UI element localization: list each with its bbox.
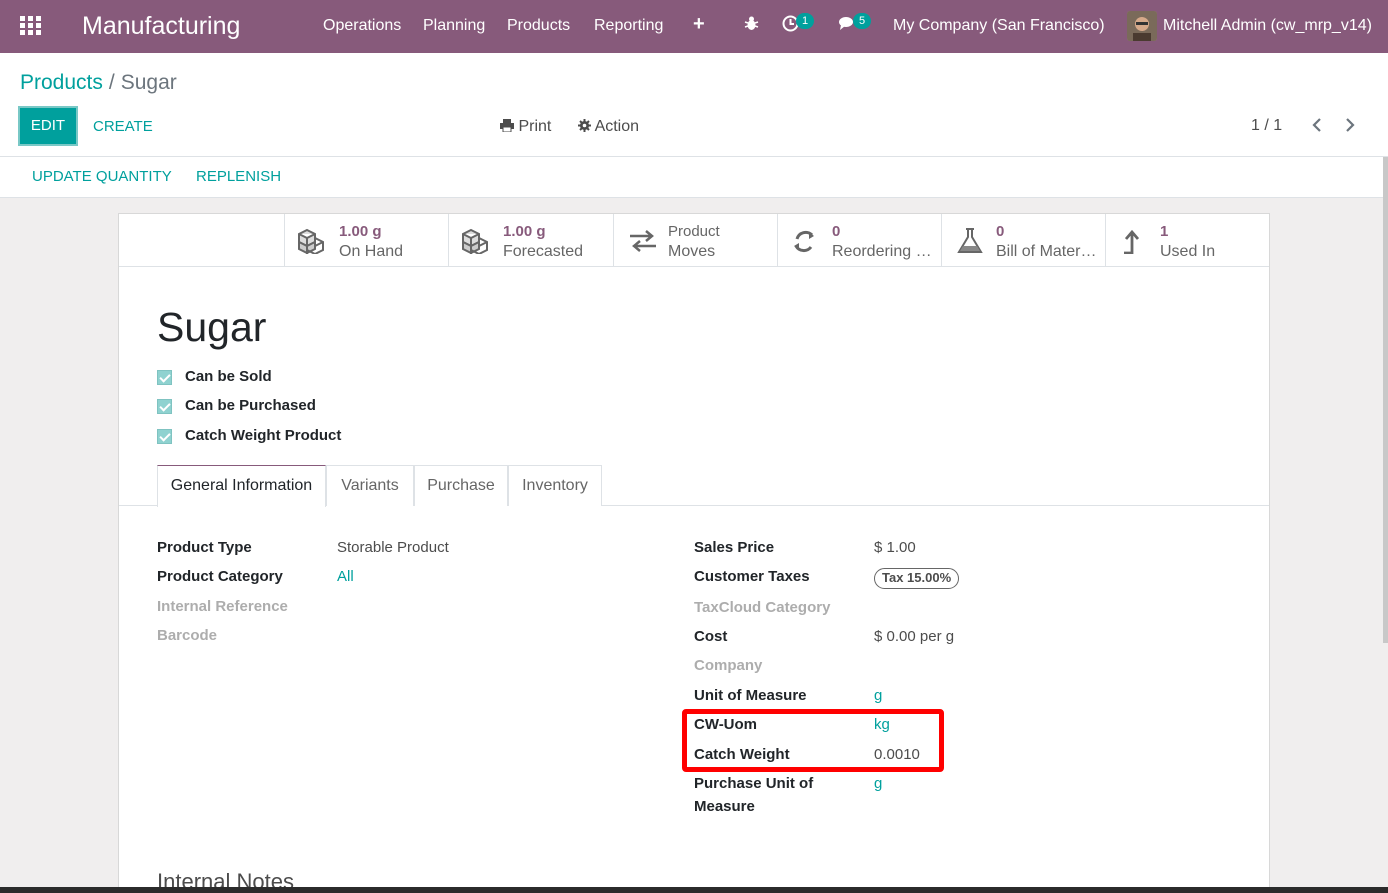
purchase-uom-label-line2: Measure (694, 798, 755, 815)
product-category-label: Product Category (157, 568, 283, 585)
customer-taxes-label: Customer Taxes (694, 568, 810, 585)
on-hand-label: On Hand (339, 243, 404, 260)
scrollbar[interactable] (1383, 157, 1388, 643)
edit-button[interactable]: EDIT (18, 106, 78, 146)
smart-button-reordering-rules[interactable]: 0 Reordering Rules (777, 214, 942, 266)
cost-unit: per g (919, 628, 955, 645)
print-dropdown[interactable]: Print (500, 118, 551, 136)
status-bar: UPDATE QUANTITY REPLENISH (0, 157, 1383, 198)
refresh-icon (794, 230, 814, 253)
forecasted-label: Forecasted (503, 243, 584, 260)
company-label: Company (694, 657, 763, 674)
product-moves-label: Moves (668, 243, 716, 260)
activity-badge: 1 (796, 13, 814, 29)
reordering-rules-value: 0 (832, 223, 841, 240)
purchase-uom-label-line1: Purchase Unit of (694, 775, 814, 792)
product-category-link[interactable]: All (337, 568, 354, 585)
action-dropdown[interactable]: Action (578, 118, 639, 136)
internal-reference-label: Internal Reference (157, 598, 288, 615)
bom-value: 0 (996, 223, 1005, 240)
breadcrumb-separator: / (108, 71, 115, 94)
reordering-rules-label: Reordering Rules (832, 243, 936, 260)
menu-operations[interactable]: Operations (323, 17, 401, 35)
cost-value[interactable]: $ 0.00 per g (874, 628, 954, 645)
breadcrumb-current: Sugar (120, 71, 177, 94)
action-label: Action (594, 118, 640, 135)
smart-button-bill-of-materials[interactable]: 0 Bill of Materials (941, 214, 1106, 266)
menu-products[interactable]: Products (507, 17, 570, 35)
gear-icon (578, 119, 591, 132)
product-type-value[interactable]: Storable Product (337, 539, 449, 556)
replenish-button[interactable]: REPLENISH (196, 168, 281, 185)
apps-menu-icon[interactable] (20, 16, 42, 36)
used-in-label: Used In (1160, 243, 1216, 260)
form-sheet: 1.00 g On Hand 1.00 g Forecasted Product… (118, 213, 1270, 893)
product-type-label: Product Type (157, 539, 252, 556)
tab-purchase[interactable]: Purchase (414, 465, 508, 506)
exchange-icon (630, 230, 656, 252)
highlight-box (682, 709, 944, 772)
cost-amount: $ 0.00 (874, 628, 916, 645)
menu-reporting[interactable]: Reporting (594, 17, 663, 35)
control-panel: Products / Sugar EDIT CREATE Print Action … (0, 53, 1388, 157)
purchase-uom-link[interactable]: g (874, 775, 882, 792)
user-menu[interactable]: Mitchell Admin (cw_mrp_v14) (1163, 17, 1372, 35)
app-name[interactable]: Manufacturing (82, 12, 240, 41)
breadcrumb: Products / Sugar (20, 71, 177, 95)
print-icon (500, 119, 514, 133)
smart-button-used-in[interactable]: 1 Used In (1105, 214, 1270, 266)
forecasted-value: 1.00 g (503, 223, 546, 240)
on-hand-value: 1.00 g (339, 223, 382, 240)
can-be-purchased-checkbox[interactable] (157, 399, 172, 414)
print-label: Print (518, 118, 552, 135)
used-in-value: 1 (1160, 223, 1169, 240)
cubes-icon (462, 228, 488, 254)
notebook-tabs: General Information Variants Purchase In… (119, 465, 1269, 507)
catch-weight-product-label: Catch Weight Product (185, 427, 342, 444)
tab-inventory[interactable]: Inventory (508, 465, 602, 506)
cost-label: Cost (694, 628, 728, 645)
can-be-sold-label: Can be Sold (185, 368, 272, 385)
messages-badge: 5 (853, 13, 871, 29)
pager-value[interactable]: 1 / 1 (1251, 117, 1282, 135)
barcode-label: Barcode (157, 627, 218, 644)
can-be-sold-checkbox[interactable] (157, 370, 172, 385)
tab-variants[interactable]: Variants (326, 465, 414, 506)
create-button[interactable]: CREATE (93, 118, 153, 135)
smart-button-forecasted[interactable]: 1.00 g Forecasted (448, 214, 613, 266)
product-moves-value: Product (668, 223, 720, 240)
user-avatar[interactable] (1127, 11, 1157, 41)
customer-tax-tag[interactable]: Tax 15.00% (874, 568, 960, 589)
bug-icon[interactable] (743, 15, 760, 37)
bottom-bar (0, 887, 1388, 893)
catch-weight-product-checkbox[interactable] (157, 429, 172, 444)
sales-price-label: Sales Price (694, 539, 775, 556)
unit-of-measure-link[interactable]: g (874, 687, 882, 704)
level-up-icon (1124, 229, 1140, 254)
cubes-icon (298, 228, 324, 254)
bom-label: Bill of Materials (996, 243, 1100, 260)
taxcloud-category-label: TaxCloud Category (694, 599, 831, 616)
sales-price-value[interactable]: $ 1.00 (874, 539, 916, 556)
smart-button-product-moves[interactable]: Product Moves (613, 214, 778, 266)
company-switcher[interactable]: My Company (San Francisco) (893, 17, 1105, 35)
chevron-left-icon[interactable] (1311, 116, 1323, 137)
product-name: Sugar (157, 304, 267, 350)
unit-of-measure-label: Unit of Measure (694, 687, 807, 704)
breadcrumb-products-link[interactable]: Products (20, 71, 103, 94)
chevron-right-icon[interactable] (1344, 116, 1356, 137)
can-be-purchased-label: Can be Purchased (185, 397, 316, 414)
smart-buttons: 1.00 g On Hand 1.00 g Forecasted Product… (119, 214, 1269, 267)
update-quantity-button[interactable]: UPDATE QUANTITY (32, 168, 172, 185)
plus-icon[interactable]: + (693, 13, 705, 36)
tab-general-information[interactable]: General Information (157, 465, 326, 507)
top-navbar: Manufacturing Operations Planning Produc… (0, 0, 1388, 53)
menu-planning[interactable]: Planning (423, 17, 485, 35)
smart-button-on-hand[interactable]: 1.00 g On Hand (284, 214, 449, 266)
flask-icon (957, 228, 983, 253)
